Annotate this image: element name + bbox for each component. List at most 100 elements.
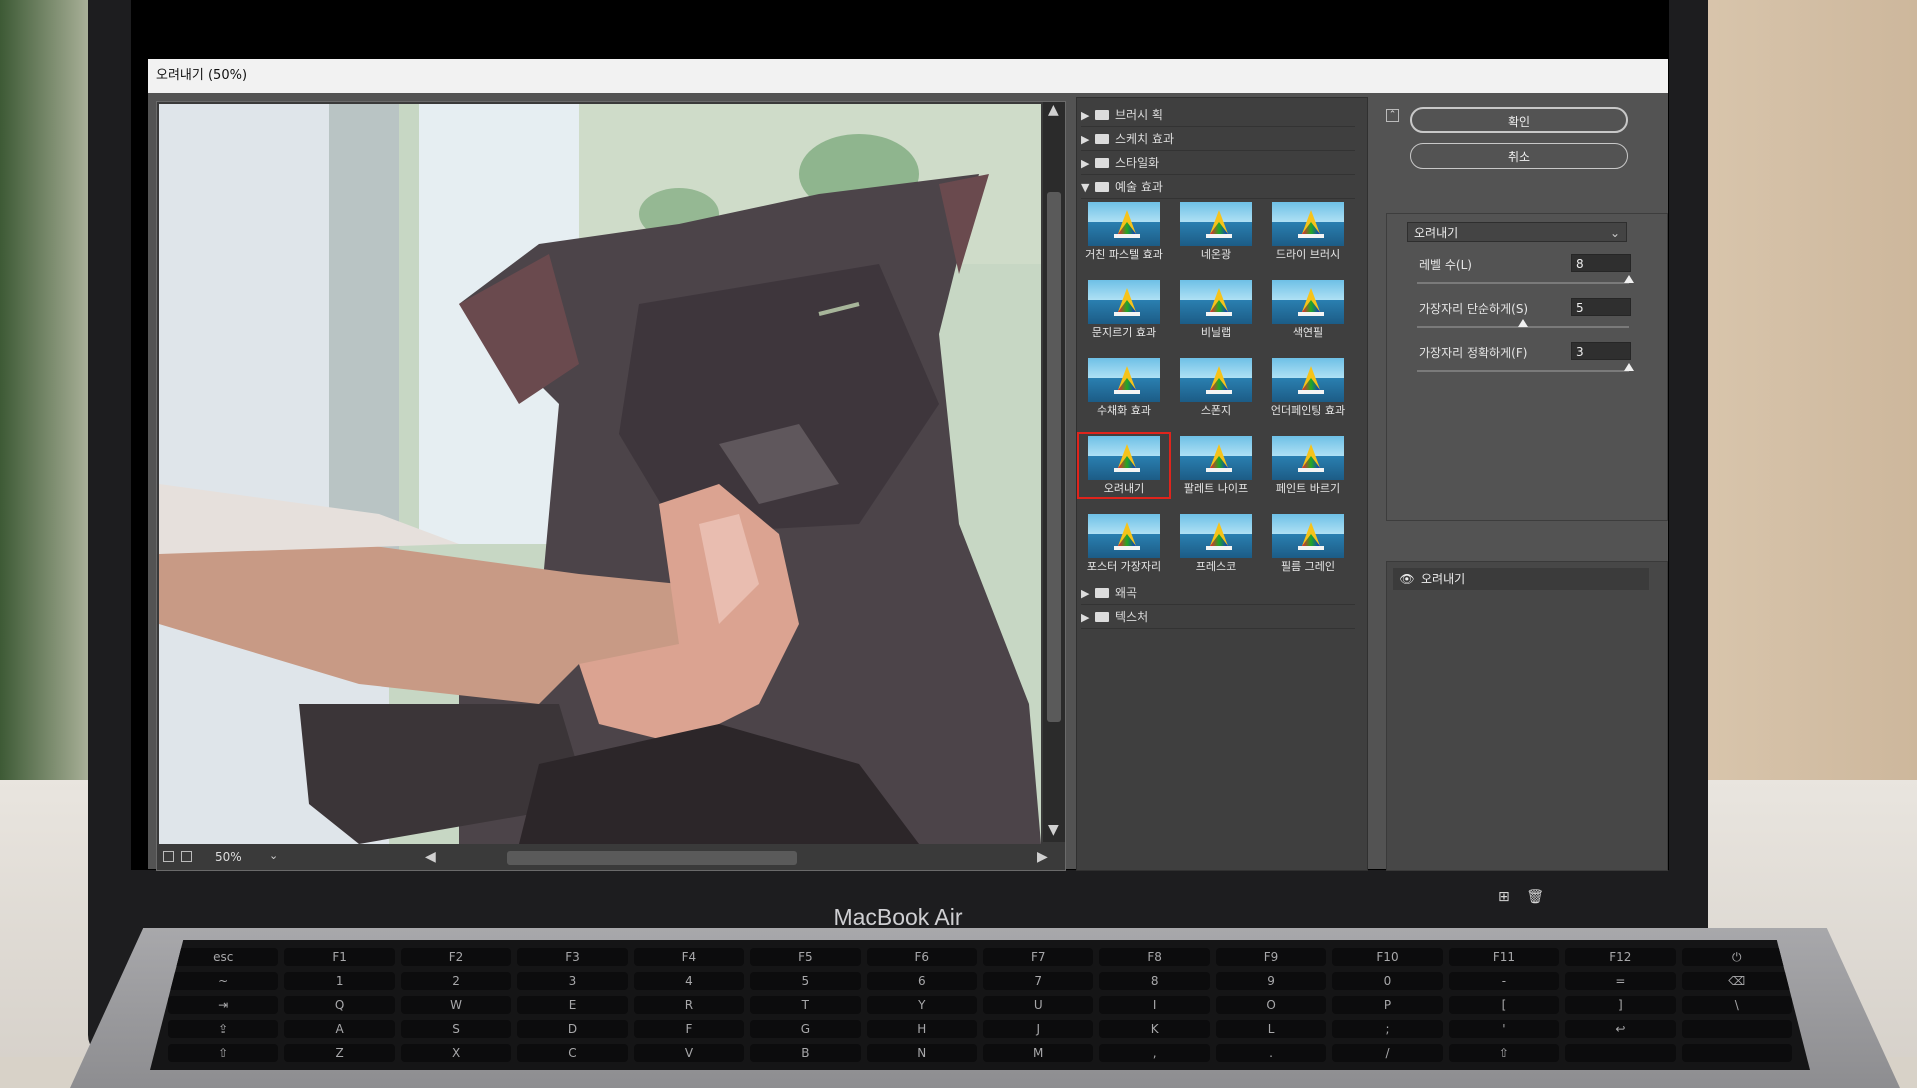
dialog-title: 오려내기 (50%) [148,59,1668,93]
filter-thumbnail[interactable]: 네온광 [1173,202,1259,261]
filter-thumbnail[interactable]: 필름 그레인 [1265,514,1351,573]
keyboard-key: - [1448,972,1560,990]
scroll-up-arrow-icon[interactable]: ▲ [1048,102,1059,118]
keyboard-key: C [517,1044,628,1062]
collapse-gallery-icon[interactable]: ⌃ [1386,109,1399,122]
ok-button[interactable]: 확인 [1410,107,1628,133]
filter-label: 필름 그레인 [1280,560,1336,573]
filter-label: 스폰지 [1200,404,1232,417]
filter-thumbnail[interactable]: 오려내기 [1077,432,1171,499]
preview-vertical-scrollbar[interactable]: ▲ ▼ [1043,102,1065,842]
filter-parameters: 오려내기 ⌄ 레벨 수(L) 8 가장자리 단순하게(S) 5 가장자리 정확하… [1386,213,1668,521]
folder-icon [1095,588,1109,598]
filter-thumbnail[interactable]: 팔레트 나이프 [1173,436,1259,495]
eye-icon[interactable]: 👁 [1393,568,1421,590]
filter-gallery-dialog: 오려내기 (50%) ▲ ▼ 50% ⌄ ◀ ▶ ▶ 브러시 획 ▶ 스케치 효… [148,59,1668,905]
sailboat-hull [1114,312,1140,316]
keyboard-key: ' [1448,1020,1560,1038]
expand-triangle-icon: ▶ [1081,133,1090,146]
preview-image [159,104,1041,844]
keyboard-key: X [400,1044,512,1062]
slider-knob[interactable] [1624,275,1634,283]
vertical-scroll-thumb[interactable] [1047,192,1061,722]
keyboard-key: / [1332,1044,1443,1062]
scroll-down-arrow-icon[interactable]: ▼ [1048,822,1059,838]
new-effect-layer-icon[interactable]: ⊞ [1498,889,1510,905]
zoom-level[interactable]: 50% [215,850,242,864]
sailboat-hull [1298,234,1324,238]
sailboat-hull [1114,546,1140,550]
scroll-right-arrow-icon[interactable]: ▶ [1037,849,1048,865]
zoom-out-icon[interactable] [163,851,174,862]
slider-knob[interactable] [1624,363,1634,371]
keyboard-key: F5 [750,948,861,966]
folder-brush-strokes[interactable]: ▶ 브러시 획 [1081,104,1355,127]
filter-preview-image [1180,280,1252,324]
filter-thumbnail[interactable]: 거친 파스텔 효과 [1081,202,1167,261]
param-input-levels[interactable]: 8 [1571,254,1631,272]
keyboard-key: U [983,996,1094,1014]
preview-pane[interactable]: ▲ ▼ 50% ⌄ ◀ ▶ [156,101,1066,871]
filter-label: 거친 파스텔 효과 [1085,248,1163,261]
keyboard-key: 3 [517,972,628,990]
horizontal-scroll-thumb[interactable] [507,851,797,865]
filter-label: 색연필 [1292,326,1324,339]
keyboard-key: 8 [1099,972,1210,990]
zoom-dropdown-chevron-icon[interactable]: ⌄ [269,849,278,862]
keyboard-key: R [633,996,745,1014]
filter-thumbnail[interactable]: 프레스코 [1173,514,1259,573]
keyboard-key: F1 [284,948,395,966]
keyboard-key [1681,1044,1792,1062]
filter-thumbnail[interactable]: 포스터 가장자리 [1081,514,1167,573]
filter-thumbnail[interactable]: 비닐랩 [1173,280,1259,339]
cutout-cat-photo [159,104,1041,844]
filter-thumbnail[interactable]: 언더페인팅 효과 [1265,358,1351,417]
effect-layer-row[interactable]: 👁 오려내기 [1393,568,1649,590]
param-slider-levels[interactable] [1417,275,1634,284]
keyboard-key: N [866,1044,977,1062]
keyboard-key: ⏻ [1681,948,1792,966]
param-input-edge-simplicity[interactable]: 5 [1571,298,1631,316]
keyboard-key: 5 [750,972,861,990]
filter-label: 포스터 가장자리 [1086,560,1162,573]
param-label-edge-simplicity: 가장자리 단순하게(S) [1419,302,1529,316]
filter-thumbnail[interactable]: 페인트 바르기 [1265,436,1351,495]
filter-label: 드라이 브러시 [1275,248,1341,261]
param-label-levels: 레벨 수(L) [1419,258,1472,272]
keyboard-key: . [1215,1044,1327,1062]
folder-texture[interactable]: ▶ 텍스처 [1081,606,1355,629]
filter-label: 페인트 바르기 [1275,482,1341,495]
keyboard-key: 7 [983,972,1094,990]
scroll-left-arrow-icon[interactable]: ◀ [425,849,436,865]
keyboard-key: F4 [633,948,745,966]
filter-thumbnail[interactable]: 스폰지 [1173,358,1259,417]
keyboard-key: 4 [633,972,745,990]
keyboard-key: F12 [1565,948,1676,966]
keyboard-key: ] [1565,996,1676,1014]
filter-preview-image [1272,514,1344,558]
slider-knob[interactable] [1518,319,1528,327]
filter-thumbnail[interactable]: 문지르기 효과 [1081,280,1167,339]
filter-thumbnail[interactable]: 드라이 브러시 [1265,202,1351,261]
param-slider-edge-fidelity[interactable] [1417,363,1634,372]
keyboard-key: = [1565,972,1676,990]
folder-stylize[interactable]: ▶ 스타일화 [1081,152,1355,175]
cancel-button[interactable]: 취소 [1410,143,1628,169]
collapse-triangle-icon: ▼ [1081,181,1090,194]
trash-icon[interactable]: 🗑 [1526,889,1544,905]
filter-thumbnail[interactable]: 색연필 [1265,280,1351,339]
filter-select[interactable]: 오려내기 ⌄ [1407,222,1627,242]
folder-artistic[interactable]: ▼ 예술 효과 [1081,176,1355,199]
sailboat-hull [1298,312,1324,316]
filter-thumbnail[interactable]: 수채화 효과 [1081,358,1167,417]
filter-preview-image [1180,436,1252,480]
folder-distort[interactable]: ▶ 왜곡 [1081,582,1355,605]
folder-sketch[interactable]: ▶ 스케치 효과 [1081,128,1355,151]
keyboard-key: F7 [983,948,1094,966]
filter-preview-image [1180,358,1252,402]
param-slider-edge-simplicity[interactable] [1417,319,1629,328]
param-input-edge-fidelity[interactable]: 3 [1571,342,1631,360]
zoom-in-icon[interactable] [181,851,192,862]
keyboard-key: K [1099,1020,1210,1038]
keyboard-key: E [517,996,628,1014]
